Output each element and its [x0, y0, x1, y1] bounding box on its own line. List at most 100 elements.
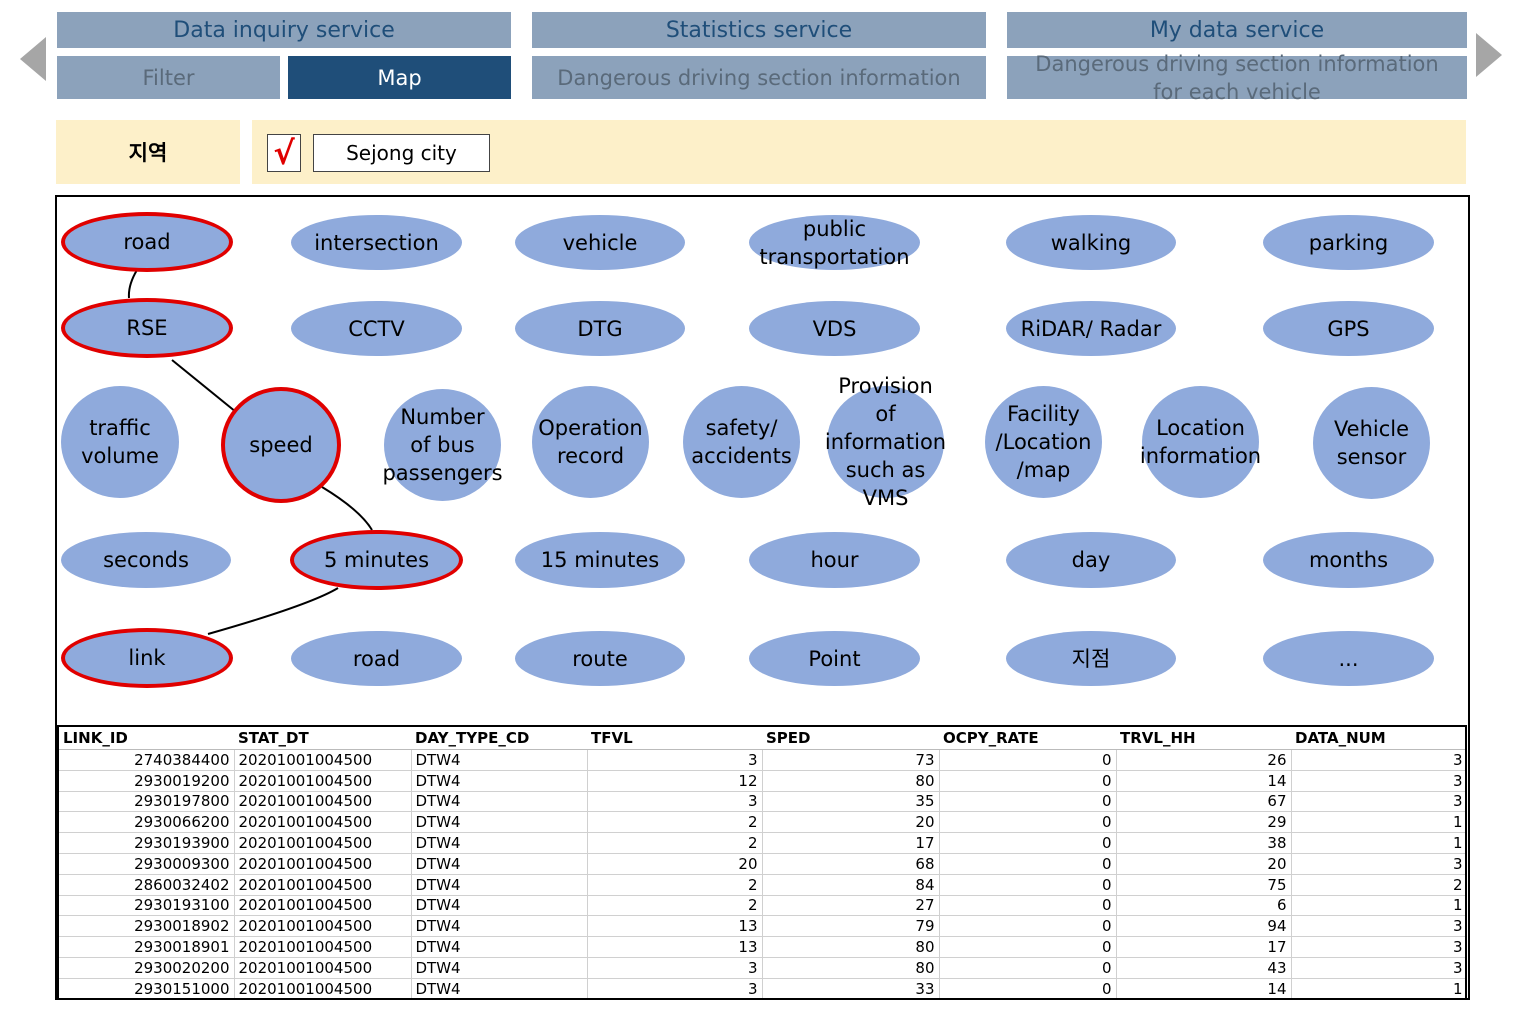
column-header[interactable]: TRVL_HH	[1116, 727, 1291, 750]
table-cell: 0	[939, 811, 1117, 834]
column-header[interactable]: OCPY_RATE	[939, 727, 1116, 750]
column-header[interactable]: SPED	[762, 727, 939, 750]
node-jijeom[interactable]: 지점	[1006, 631, 1176, 686]
node-more[interactable]: ...	[1263, 631, 1434, 686]
table-row[interactable]: 2930193100 20201001004500 DTW4 2 27 0 6 1	[59, 895, 1465, 917]
column-header[interactable]: TFVL	[587, 727, 762, 750]
table-cell: DTW4	[411, 791, 588, 813]
table-cell: 80	[762, 770, 940, 792]
table-cell: DTW4	[411, 853, 588, 875]
node-intersection[interactable]: intersection	[291, 215, 462, 270]
table-cell: 75	[1116, 874, 1292, 896]
table-cell: DTW4	[411, 936, 588, 958]
table-row[interactable]: 2930019200 20201001004500 DTW4 12 80 0 14 3	[59, 770, 1465, 792]
node-point[interactable]: Point	[749, 631, 920, 686]
table-cell: 2930018902	[59, 915, 235, 938]
node-gps[interactable]: GPS	[1263, 301, 1434, 356]
table-cell: 94	[1116, 915, 1292, 938]
table-cell: 35	[762, 791, 940, 813]
table-cell: 2	[587, 811, 763, 834]
table-cell: 2930151000	[59, 978, 235, 998]
node-rse[interactable]: RSE	[61, 298, 233, 358]
table-cell: DTW4	[411, 915, 588, 938]
table-cell: 0	[939, 957, 1117, 979]
node-route[interactable]: route	[515, 631, 685, 686]
node-vehicle[interactable]: vehicle	[515, 215, 685, 270]
table-cell: 3	[587, 978, 763, 998]
node-speed[interactable]: speed	[221, 387, 341, 503]
table-row[interactable]: 2860032402 20201001004500 DTW4 2 84 0 75 2	[59, 874, 1465, 896]
node-traffic-volume[interactable]: traffic volume	[61, 386, 179, 498]
column-header[interactable]: DAY_TYPE_CD	[411, 727, 587, 750]
node-public-transportation[interactable]: public transportation	[749, 215, 920, 270]
table-cell: 84	[762, 874, 940, 896]
column-header[interactable]: LINK_ID	[59, 727, 234, 750]
node-5-minutes[interactable]: 5 minutes	[290, 530, 463, 590]
column-header[interactable]: DATA_NUM	[1291, 727, 1465, 750]
table-cell: 3	[1291, 957, 1465, 979]
node-bus-passengers[interactable]: Number of bus passengers	[382, 389, 503, 501]
table-cell: 20201001004500	[234, 832, 412, 854]
table-cell: 3	[587, 791, 763, 813]
table-cell: 67	[1116, 791, 1292, 813]
table-cell: 1	[1291, 811, 1465, 834]
table-cell: DTW4	[411, 832, 588, 854]
table-row[interactable]: 2930193900 20201001004500 DTW4 2 17 0 38 1	[59, 832, 1465, 854]
node-15-minutes[interactable]: 15 minutes	[515, 532, 685, 588]
node-road-unit[interactable]: road	[291, 631, 462, 686]
data-table: LINK_ID STAT_DT DAY_TYPE_CD TFVL SPED OC…	[59, 727, 1465, 998]
table-cell: 13	[587, 915, 763, 938]
node-seconds[interactable]: seconds	[61, 532, 231, 588]
table-cell: 20201001004500	[234, 811, 412, 834]
table-row[interactable]: 2930009300 20201001004500 DTW4 20 68 0 20 3	[59, 853, 1465, 875]
column-header[interactable]: STAT_DT	[234, 727, 411, 750]
table-cell: DTW4	[411, 749, 588, 771]
table-cell: 80	[762, 957, 940, 979]
table-cell: 2	[587, 874, 763, 896]
table-cell: 2860032402	[59, 874, 235, 896]
node-dtg[interactable]: DTG	[515, 301, 685, 356]
node-vehicle-sensor[interactable]: Vehicle sensor	[1313, 387, 1430, 499]
node-day[interactable]: day	[1006, 532, 1176, 588]
node-link[interactable]: link	[61, 628, 233, 688]
table-row[interactable]: 2930197800 20201001004500 DTW4 3 35 0 67 3	[59, 791, 1465, 813]
node-location-information[interactable]: Location information	[1140, 386, 1261, 498]
node-operation-record[interactable]: Operation record	[532, 386, 649, 498]
node-vds[interactable]: VDS	[749, 301, 920, 356]
table-cell: 0	[939, 853, 1117, 875]
node-parking[interactable]: parking	[1263, 215, 1434, 270]
table-row[interactable]: 2930018902 20201001004500 DTW4 13 79 0 94 3	[59, 915, 1465, 938]
table-cell: 3	[587, 749, 763, 771]
table-cell: 3	[1291, 915, 1465, 938]
table-cell: 14	[1116, 978, 1292, 998]
table-cell: DTW4	[411, 978, 588, 998]
node-hour[interactable]: hour	[749, 532, 920, 588]
table-cell: 2930019200	[59, 770, 235, 792]
node-walking[interactable]: walking	[1006, 215, 1176, 270]
node-road[interactable]: road	[61, 212, 233, 272]
node-vms-information[interactable]: Provision of information such as VMS	[825, 374, 946, 510]
node-facility-location-map[interactable]: Facility /Location /map	[985, 386, 1102, 498]
table-cell: 3	[1291, 936, 1465, 958]
table-cell: 0	[939, 749, 1117, 771]
table-row[interactable]: 2930151000 20201001004500 DTW4 3 33 0 14 1	[59, 978, 1465, 998]
table-cell: DTW4	[411, 895, 588, 917]
table-cell: 14	[1116, 770, 1292, 792]
table-row[interactable]: 2930066200 20201001004500 DTW4 2 20 0 29 1	[59, 811, 1465, 834]
node-cctv[interactable]: CCTV	[291, 301, 462, 356]
table-cell: 0	[939, 936, 1117, 958]
table-row[interactable]: 2930018901 20201001004500 DTW4 13 80 0 17 3	[59, 936, 1465, 958]
table-body: 2740384400 20201001004500 DTW4 3 73 0 26 3 29300…	[59, 749, 1465, 998]
node-months[interactable]: months	[1263, 532, 1434, 588]
table-cell: 2930193100	[59, 895, 235, 917]
node-safety-accidents[interactable]: safety/ accidents	[683, 386, 800, 498]
table-cell: 2	[587, 832, 763, 854]
table-cell: 26	[1116, 749, 1292, 771]
table-cell: 2930193900	[59, 832, 235, 854]
table-cell: DTW4	[411, 811, 588, 834]
table-cell: 2930197800	[59, 791, 235, 813]
node-ridar-radar[interactable]: RiDAR/ Radar	[1006, 301, 1176, 356]
table-row[interactable]: 2740384400 20201001004500 DTW4 3 73 0 26 3	[59, 749, 1465, 771]
table-row[interactable]: 2930020200 20201001004500 DTW4 3 80 0 43 3	[59, 957, 1465, 979]
table-cell: 1	[1291, 832, 1465, 854]
